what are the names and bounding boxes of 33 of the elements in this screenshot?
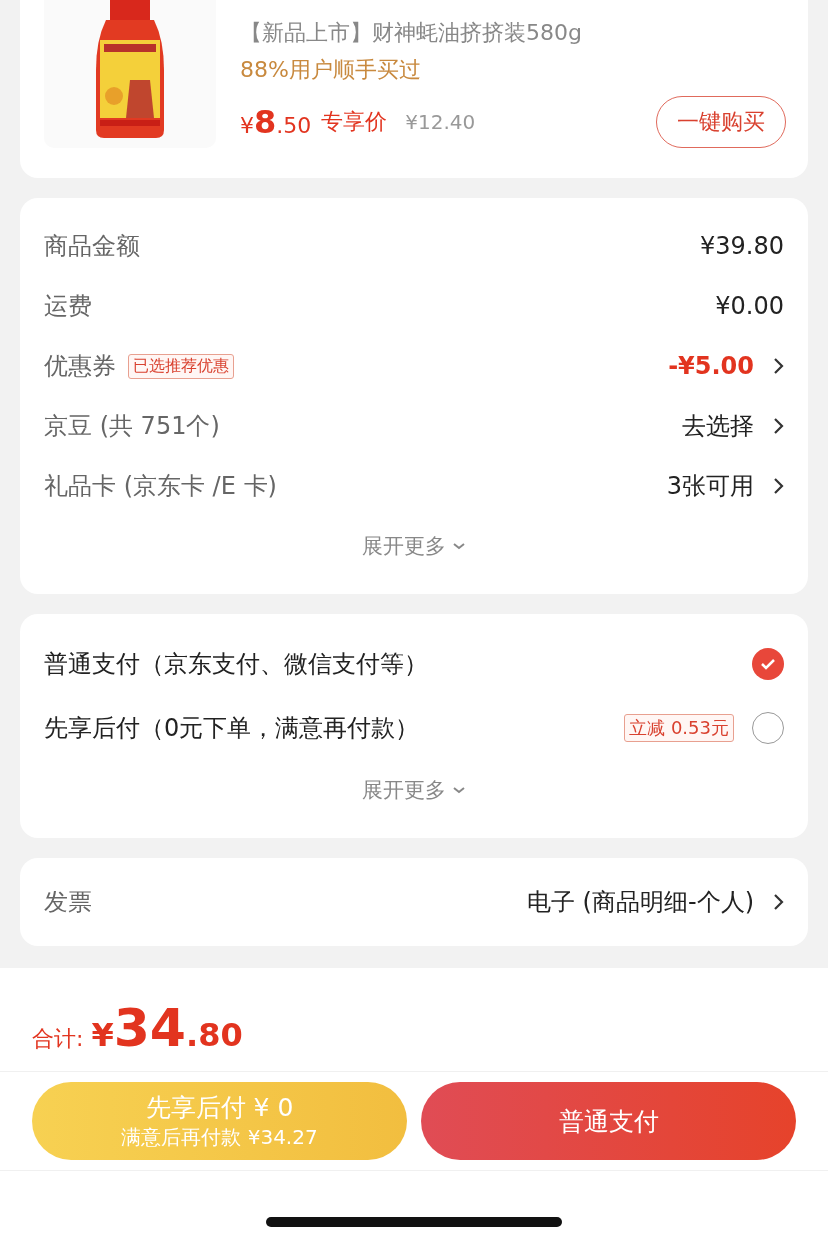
- fee-value: ¥39.80: [700, 232, 784, 260]
- fee-value[interactable]: -¥5.00: [668, 352, 754, 380]
- payment-option[interactable]: 先享后付（0元下单，满意再付款）: [44, 712, 420, 744]
- total-amount: ¥34.80: [91, 998, 243, 1058]
- expand-more-link[interactable]: 展开更多: [362, 532, 446, 560]
- fee-label: 优惠券: [44, 351, 116, 382]
- payment-option[interactable]: 普通支付（京东支付、微信支付等）: [44, 648, 428, 680]
- original-price: ¥12.40: [405, 110, 476, 134]
- checkmark-icon: [760, 658, 776, 670]
- discount-tag: 立减 0.53元: [624, 714, 734, 742]
- fee-label: 京豆 (共 751个): [44, 411, 220, 442]
- price-label: 专享价: [321, 108, 388, 136]
- radio-button[interactable]: [752, 648, 784, 680]
- total-label: 合计:: [32, 1025, 84, 1053]
- price: ¥8.50: [240, 103, 312, 141]
- radio-button[interactable]: [752, 712, 784, 744]
- chevron-down-icon: [452, 542, 466, 550]
- chevron-down-icon: [452, 786, 466, 794]
- product-title: 【新品上市】财神蚝油挤挤装580g: [240, 19, 583, 47]
- invoice-label: 发票: [44, 887, 92, 918]
- fee-label: 礼品卡 (京东卡 /E 卡): [44, 471, 277, 502]
- invoice-value[interactable]: 电子 (商品明细-个人): [527, 886, 754, 918]
- buy-button[interactable]: 一键购买: [656, 96, 786, 148]
- coupon-tag: 已选推荐优惠: [128, 353, 234, 379]
- purchase-rate: 88%用户顺手买过: [240, 56, 422, 84]
- chevron-right-icon: [772, 893, 784, 911]
- fee-value[interactable]: 去选择: [682, 410, 754, 442]
- fee-value[interactable]: 3张可用: [666, 470, 754, 502]
- expand-more-link[interactable]: 展开更多: [362, 776, 446, 804]
- fee-label: 运费: [44, 291, 92, 322]
- fee-label: 商品金额: [44, 231, 140, 262]
- pay-button[interactable]: 普通支付: [421, 1082, 796, 1160]
- fee-value: ¥0.00: [715, 292, 784, 320]
